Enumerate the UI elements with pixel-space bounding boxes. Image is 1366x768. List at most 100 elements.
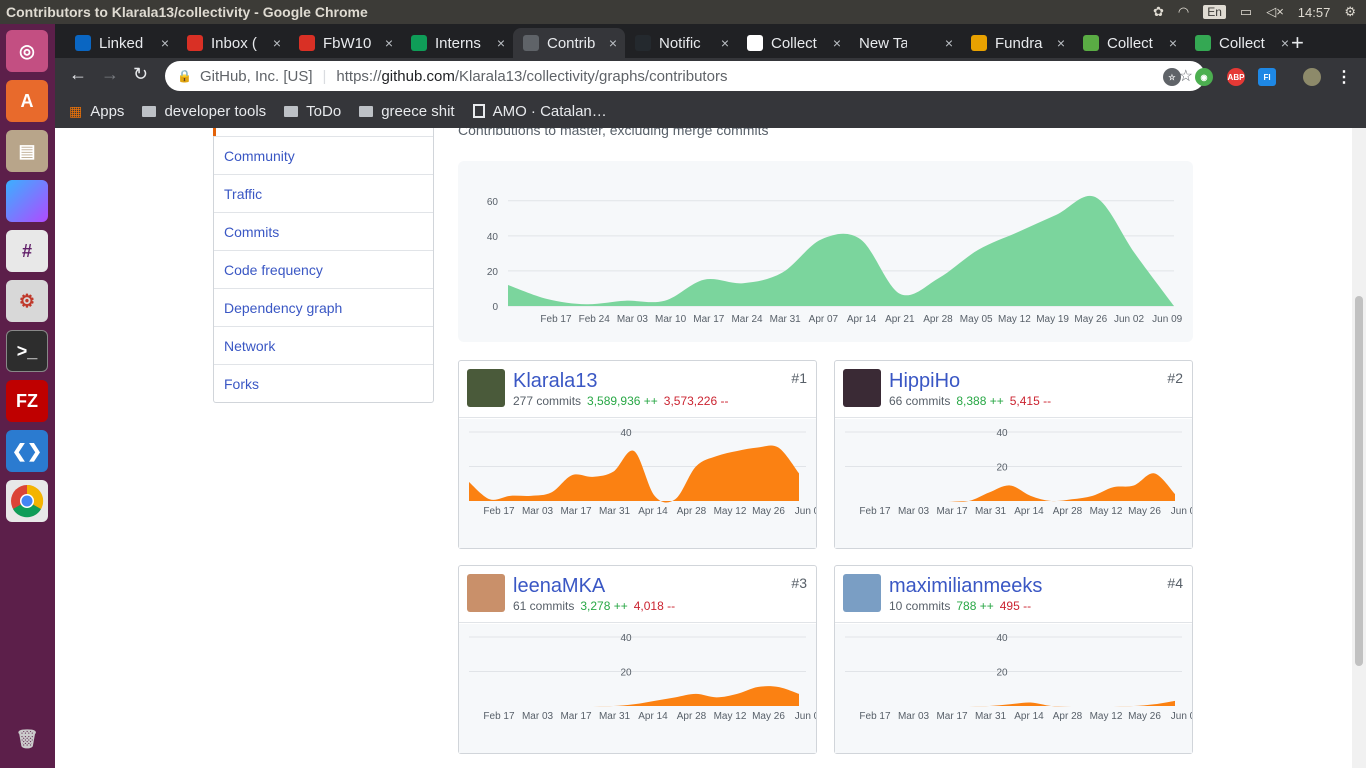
- avatar[interactable]: [843, 574, 881, 612]
- keyboard-language-indicator[interactable]: En: [1203, 5, 1226, 19]
- browser-tab[interactable]: FbW10 ×: [289, 28, 401, 58]
- terminal-icon[interactable]: >_: [6, 330, 48, 372]
- slack-icon[interactable]: #: [6, 230, 48, 272]
- os-top-bar: Contributors to Klarala13/collectivity -…: [0, 0, 1366, 24]
- y-tick-label: 60: [487, 197, 499, 208]
- software-center-icon[interactable]: A: [6, 80, 48, 122]
- tab-close-icon[interactable]: ×: [833, 35, 841, 51]
- browser-tab[interactable]: Linked ×: [65, 28, 177, 58]
- avatar[interactable]: [467, 574, 505, 612]
- browser-tab[interactable]: Collect ×: [737, 28, 849, 58]
- tab-close-icon[interactable]: ×: [385, 35, 393, 51]
- extension-globe-icon[interactable]: ◉: [1195, 68, 1213, 86]
- tab-close-icon[interactable]: ×: [1281, 35, 1289, 51]
- tab-close-icon[interactable]: ×: [161, 35, 169, 51]
- scrollbar-thumb[interactable]: [1355, 296, 1363, 666]
- wifi-icon[interactable]: ◠: [1178, 4, 1189, 20]
- system-tools-icon[interactable]: ⚙: [6, 280, 48, 322]
- tab-close-icon[interactable]: ×: [945, 35, 953, 51]
- commit-count[interactable]: 66 commits: [889, 394, 950, 408]
- contributor-card-header: maximilianmeeks 10 commits 788 ++ 495 -- #…: [835, 566, 1192, 623]
- bookmark-amo-catalan[interactable]: AMO · Catalan…: [472, 103, 607, 120]
- clock[interactable]: 14:57: [1298, 5, 1331, 20]
- x-tick-label: Mar 31: [975, 711, 1007, 722]
- commit-count[interactable]: 10 commits: [889, 599, 950, 613]
- browser-tab[interactable]: Inbox (×: [177, 28, 289, 58]
- ubuntu-logo-icon[interactable]: ◎: [6, 30, 48, 72]
- x-tick-label: May 26: [752, 506, 785, 517]
- x-tick-label: Apr 21: [885, 314, 915, 325]
- app-icon[interactable]: [6, 180, 48, 222]
- battery-icon[interactable]: ▭: [1240, 4, 1252, 20]
- certificate-org: GitHub, Inc. [US]: [199, 67, 313, 85]
- browser-tab[interactable]: New Tab ×: [849, 28, 961, 58]
- contributor-chart: 20 40 Feb 17 Mar 03 Mar 17 Mar 31 Apr 14 Apr 28…: [835, 419, 1196, 548]
- contributor-name-link[interactable]: Klarala13: [513, 370, 598, 393]
- browser-tab[interactable]: Collect ×: [1073, 28, 1185, 58]
- settings-gear-icon[interactable]: ⚙: [1344, 4, 1356, 20]
- tab-close-icon[interactable]: ×: [273, 35, 281, 51]
- extension-fi-icon[interactable]: FI: [1258, 68, 1276, 86]
- bookmark-developer-tools[interactable]: developer tools: [142, 103, 266, 120]
- file-manager-icon[interactable]: ▤: [6, 130, 48, 172]
- series-area[interactable]: [508, 195, 1174, 306]
- contributor-card: leenaMKA 61 commits 3,278 ++ 4,018 -- #3 2…: [458, 565, 820, 754]
- contributor-rank: #1: [791, 370, 807, 386]
- tab-close-icon[interactable]: ×: [1169, 35, 1177, 51]
- volume-muted-icon[interactable]: ◁×: [1266, 4, 1284, 20]
- tab-close-icon[interactable]: ×: [721, 35, 729, 51]
- browser-tab[interactable]: Interns ×: [401, 28, 513, 58]
- browser-tab[interactable]: Contrib ×: [513, 28, 625, 58]
- x-tick-label: May 12: [1090, 711, 1123, 722]
- sidebar-item-dependency-graph[interactable]: Dependency graph: [214, 288, 433, 326]
- address-bar[interactable]: 🔒 GitHub, Inc. [US] | https:// github.co…: [165, 61, 1205, 91]
- contributor-name-link[interactable]: maximilianmeeks: [889, 575, 1042, 598]
- tab-close-icon[interactable]: ×: [1057, 35, 1065, 51]
- bookmark-apps[interactable]: ▦ Apps: [69, 103, 124, 120]
- bookmark-greece[interactable]: greece shit: [359, 103, 455, 120]
- sidebar-item-community[interactable]: Community: [214, 136, 433, 174]
- profile-avatar-icon[interactable]: [1303, 68, 1321, 86]
- contributor-name-link[interactable]: HippiHo: [889, 370, 960, 393]
- browser-tab[interactable]: Notific ×: [625, 28, 737, 58]
- bookmark-todo[interactable]: ToDo: [284, 103, 341, 120]
- avatar[interactable]: [843, 369, 881, 407]
- trash-icon[interactable]: 🗑: [6, 718, 48, 760]
- avatar[interactable]: [467, 369, 505, 407]
- forward-arrow-icon[interactable]: →: [101, 64, 119, 85]
- contributor-name-link[interactable]: leenaMKA: [513, 575, 605, 598]
- commit-count[interactable]: 277 commits: [513, 394, 581, 408]
- browser-tab[interactable]: Collect ×: [1185, 28, 1297, 58]
- series-area[interactable]: [845, 700, 1175, 707]
- adblock-plus-icon[interactable]: ABP: [1227, 68, 1245, 86]
- chrome-icon[interactable]: [6, 480, 48, 522]
- paw-icon[interactable]: ✿: [1153, 4, 1164, 20]
- x-tick-label: Mar 03: [898, 711, 930, 722]
- x-tick-label: Mar 31: [599, 506, 631, 517]
- contributor-card: HippiHo 66 commits 8,388 ++ 5,415 -- #2 20…: [834, 360, 1196, 549]
- series-area[interactable]: [469, 686, 799, 707]
- sidebar-item-forks[interactable]: Forks: [214, 364, 433, 402]
- new-tab-button[interactable]: +: [1291, 30, 1304, 56]
- tab-close-icon[interactable]: ×: [497, 35, 505, 51]
- reload-icon[interactable]: ↻: [133, 64, 148, 85]
- menu-kebab-icon[interactable]: ⋮: [1335, 68, 1353, 86]
- commit-count[interactable]: 61 commits: [513, 599, 574, 613]
- tab-close-icon[interactable]: ×: [609, 35, 617, 51]
- sidebar-item-network[interactable]: Network: [214, 326, 433, 364]
- sidebar-item-traffic[interactable]: Traffic: [214, 174, 433, 212]
- extension-star-icon[interactable]: ☆: [1163, 68, 1181, 86]
- browser-tab[interactable]: Fundra ×: [961, 28, 1073, 58]
- sidebar-item-commits[interactable]: Commits: [214, 212, 433, 250]
- vscode-icon[interactable]: ❮❯: [6, 430, 48, 472]
- series-area[interactable]: [845, 473, 1175, 502]
- back-arrow-icon[interactable]: ←: [69, 64, 87, 85]
- filezilla-icon[interactable]: FZ: [6, 380, 48, 422]
- contributions-main-chart: 0 20 40 60 Feb 17 Feb 24 Mar 03 Mar 10 Mar 17 Mar…: [458, 161, 1193, 342]
- ubuntu-launcher: ◎ A ▤ # ⚙ >_ FZ ❮❯ 🗑: [0, 24, 55, 768]
- x-tick-label: May 12: [714, 711, 747, 722]
- series-area[interactable]: [469, 445, 799, 503]
- x-tick-label: Feb 17: [483, 506, 515, 517]
- page-scrollbar[interactable]: [1352, 128, 1366, 768]
- sidebar-item-code-frequency[interactable]: Code frequency: [214, 250, 433, 288]
